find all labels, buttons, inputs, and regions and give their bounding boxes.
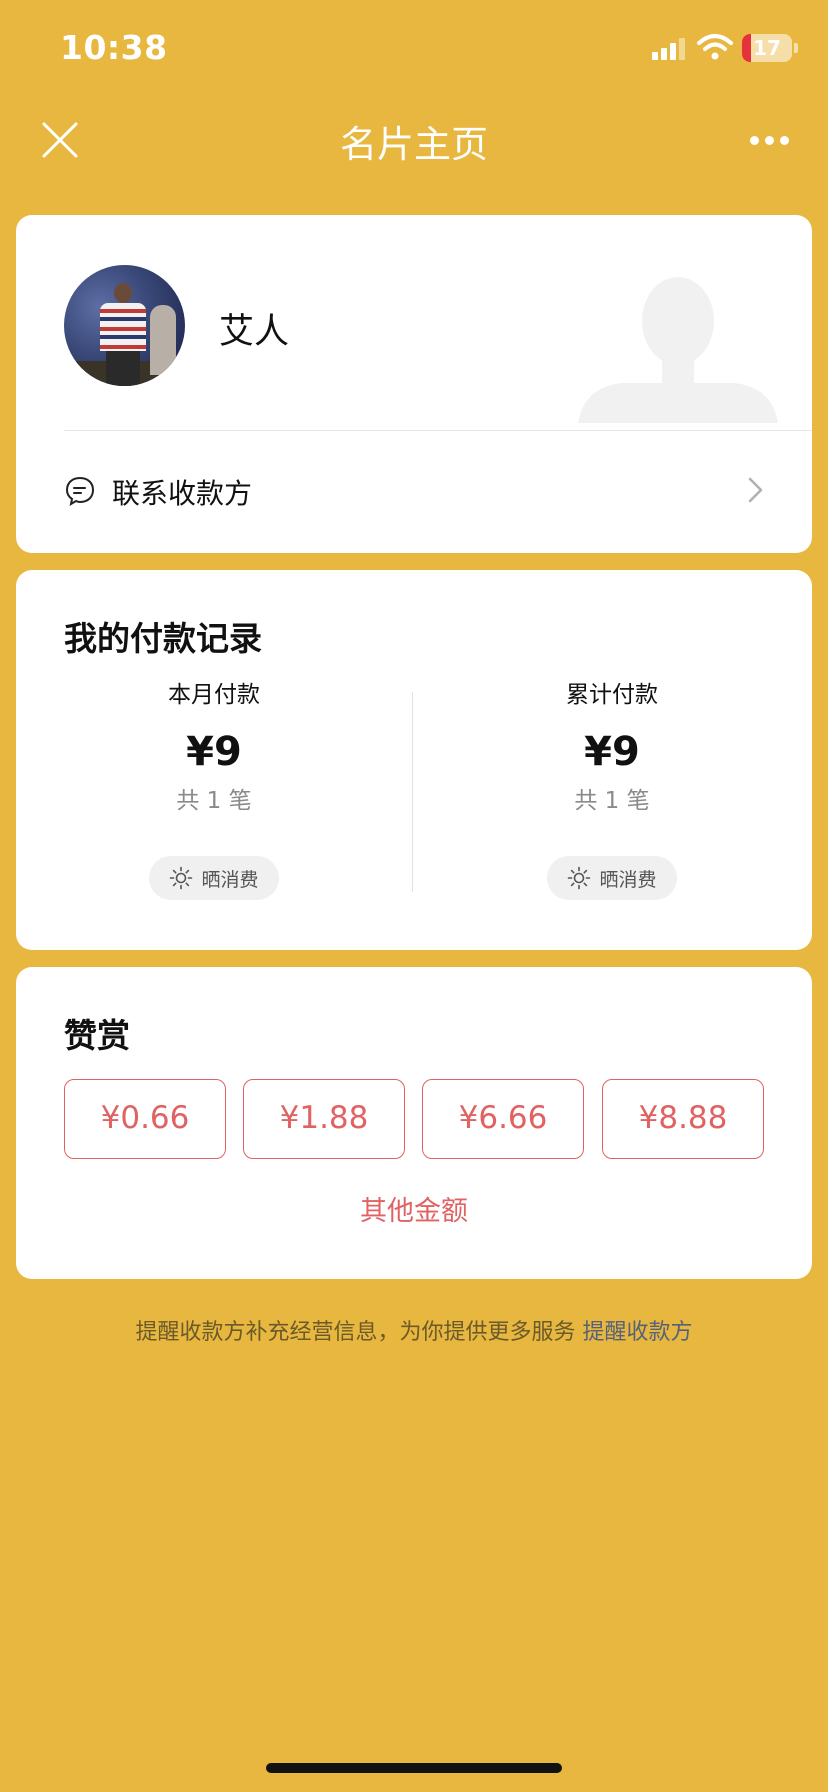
chat-bubble-icon (65, 476, 95, 507)
sun-icon (568, 866, 591, 890)
this-month-count: 共 1 笔 (176, 788, 252, 814)
profile-name: 艾人 (219, 312, 290, 352)
this-month-label: 本月付款 (168, 682, 260, 708)
total-amount: ¥9 (584, 729, 640, 775)
show-spending-label: 晒消费 (599, 868, 657, 891)
tip-amount-button[interactable]: ¥6.66 (422, 1079, 584, 1159)
footer-note: 提醒收款方补充经营信息，为你提供更多服务 提醒收款方 (0, 1314, 828, 1346)
remind-payee-link[interactable]: 提醒收款方 (583, 1320, 693, 1345)
footer-note-text: 提醒收款方补充经营信息，为你提供更多服务 (135, 1320, 576, 1345)
battery-cap (794, 43, 798, 53)
tip-title: 赞赏 (64, 1016, 130, 1055)
tip-amount-button[interactable]: ¥8.88 (602, 1079, 764, 1159)
status-bar: 10:38 17 (0, 0, 828, 100)
page-title: 名片主页 (340, 123, 488, 166)
show-spending-button[interactable]: 晒消费 (149, 856, 279, 900)
chevron-right-icon (748, 477, 763, 503)
other-amount-button[interactable]: 其他金额 (16, 1189, 812, 1228)
tip-amount-button[interactable]: ¥1.88 (243, 1079, 405, 1159)
signal-icon (652, 38, 686, 60)
avatar[interactable] (64, 265, 185, 386)
sun-icon (170, 866, 193, 890)
battery-icon: 17 (742, 34, 792, 62)
total-column: 累计付款 ¥9 共 1 笔 晒消费 (462, 680, 762, 900)
status-time: 10:38 (60, 28, 168, 67)
tip-card: 赞赏 ¥0.66 ¥1.88 ¥6.66 ¥8.88 其他金额 (16, 967, 812, 1279)
tip-amount-button[interactable]: ¥0.66 (64, 1079, 226, 1159)
total-count: 共 1 笔 (574, 788, 650, 814)
this-month-column: 本月付款 ¥9 共 1 笔 晒消费 (64, 680, 364, 900)
battery-level: 17 (753, 36, 781, 60)
show-spending-label: 晒消费 (201, 868, 259, 891)
silhouette-watermark-icon (578, 277, 778, 423)
payment-records-card: 我的付款记录 本月付款 ¥9 共 1 笔 晒消费 累计付款 ¥9 共 1 笔 晒… (16, 570, 812, 950)
more-icon[interactable] (748, 122, 792, 158)
wifi-icon (697, 34, 733, 60)
home-indicator[interactable] (266, 1763, 562, 1773)
total-label: 累计付款 (566, 682, 658, 708)
tip-amount-options: ¥0.66 ¥1.88 ¥6.66 ¥8.88 (64, 1079, 764, 1159)
this-month-amount: ¥9 (186, 729, 242, 775)
profile-card: 艾人 联系收款方 (16, 215, 812, 553)
show-spending-button[interactable]: 晒消费 (547, 856, 677, 900)
column-divider (412, 692, 413, 892)
contact-payee-label: 联系收款方 (112, 477, 253, 510)
payment-records-title: 我的付款记录 (64, 619, 262, 658)
contact-payee-row[interactable]: 联系收款方 (16, 431, 812, 553)
